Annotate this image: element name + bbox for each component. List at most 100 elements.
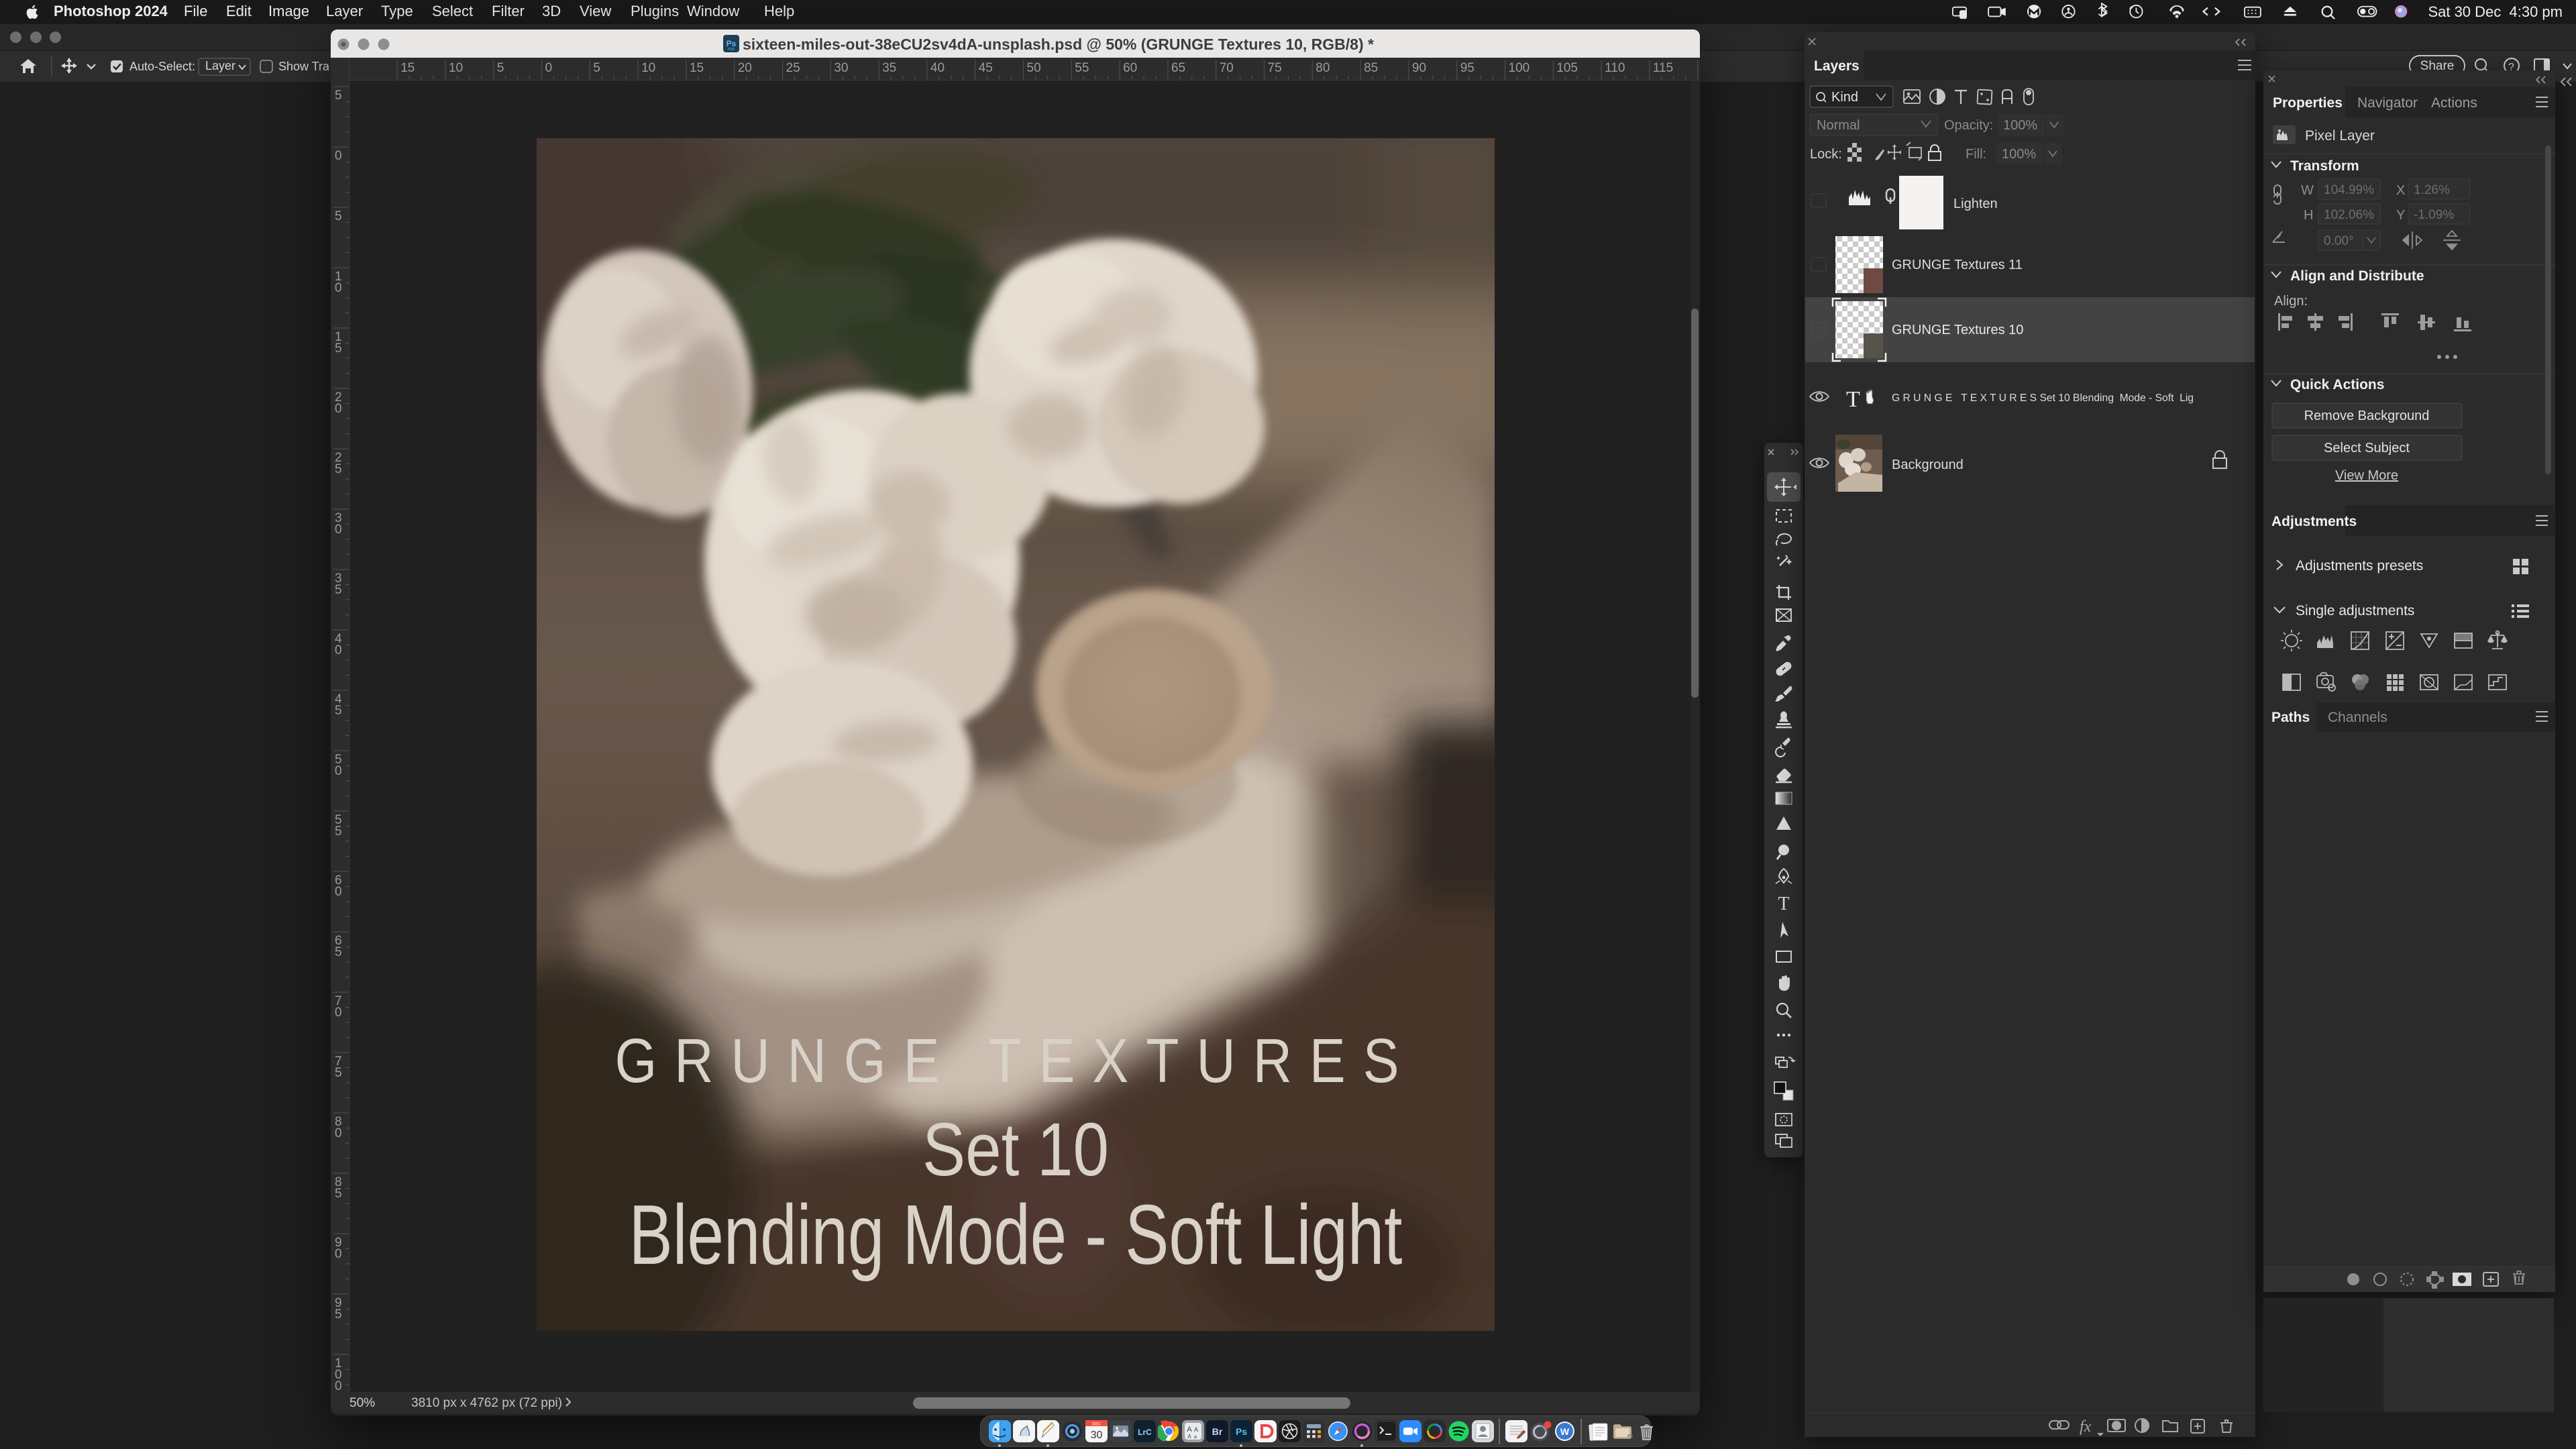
svg-text:T: T <box>1778 894 1789 914</box>
svg-text:Br: Br <box>1212 1426 1222 1437</box>
svg-text:Layers: Layers <box>1814 58 1860 74</box>
svg-text:10: 10 <box>449 61 463 75</box>
svg-text:Single adjustments: Single adjustments <box>2296 603 2414 619</box>
svg-text:Normal: Normal <box>1817 118 1860 133</box>
svg-text:5: 5 <box>335 824 342 839</box>
svg-text:75: 75 <box>1268 61 1282 75</box>
svg-text:GRUNGE Textures 11: GRUNGE Textures 11 <box>1892 258 2023 272</box>
svg-text:Show Tran: Show Tran <box>278 60 329 73</box>
svg-text:5: 5 <box>335 1187 342 1201</box>
svg-text:40: 40 <box>930 61 945 75</box>
svg-text:5: 5 <box>335 704 342 718</box>
svg-text:Align:: Align: <box>2274 294 2308 309</box>
svg-text:0: 0 <box>545 61 553 75</box>
svg-text:Fill:: Fill: <box>1966 147 1986 162</box>
svg-text:W: W <box>1560 1426 1569 1437</box>
svg-text:0: 0 <box>335 885 342 899</box>
svg-text:Transform: Transform <box>2290 158 2359 174</box>
svg-text:85: 85 <box>1364 61 1378 75</box>
svg-text:X: X <box>2396 183 2405 198</box>
svg-text:Auto-Select:: Auto-Select: <box>129 60 195 73</box>
svg-text:Adjustments presets: Adjustments presets <box>2296 558 2423 574</box>
svg-text:Align and Distribute: Align and Distribute <box>2290 268 2424 284</box>
svg-text:15: 15 <box>690 61 704 75</box>
svg-text:5: 5 <box>335 209 342 223</box>
svg-text:102.06%: 102.06% <box>2324 208 2374 222</box>
svg-text:Lighten: Lighten <box>1953 197 1998 211</box>
svg-text:105: 105 <box>1556 61 1578 75</box>
svg-text:100: 100 <box>1509 61 1530 75</box>
svg-text:a: a <box>1194 1435 1197 1440</box>
svg-text:H: H <box>2304 208 2313 223</box>
svg-text:fx: fx <box>2080 1418 2092 1436</box>
svg-text:45: 45 <box>979 61 993 75</box>
svg-text:Ps: Ps <box>1627 1434 1633 1439</box>
svg-text:100%: 100% <box>2003 118 2037 133</box>
svg-text:95: 95 <box>1460 61 1474 75</box>
svg-text:0: 0 <box>335 1006 342 1020</box>
svg-text:1.26%: 1.26% <box>2414 183 2450 197</box>
svg-text:65: 65 <box>1171 61 1185 75</box>
svg-text:Properties: Properties <box>2273 95 2343 111</box>
svg-text:70: 70 <box>1220 61 1234 75</box>
svg-text:0: 0 <box>335 1379 342 1392</box>
svg-text:G R U N G E T E X T U R E S: G R U N G E T E X T U R E S Set 10 Blend… <box>1892 392 2194 404</box>
svg-text:Adjustments: Adjustments <box>2271 514 2357 529</box>
svg-text:25: 25 <box>786 61 800 75</box>
svg-text:0: 0 <box>335 402 342 416</box>
svg-text:Kind: Kind <box>1831 90 1858 105</box>
svg-text:10: 10 <box>641 61 655 75</box>
svg-text:Channels: Channels <box>2328 710 2387 725</box>
svg-text:A: A <box>1187 1434 1191 1440</box>
svg-text:Ps: Ps <box>727 39 737 48</box>
svg-text:T: T <box>1846 387 1860 412</box>
svg-text:PSD: PSD <box>728 48 735 52</box>
svg-text:35: 35 <box>882 61 896 75</box>
svg-text:Paths: Paths <box>2271 710 2310 725</box>
svg-text:0: 0 <box>335 149 342 163</box>
svg-text:Actions: Actions <box>2431 95 2477 111</box>
svg-text:5: 5 <box>335 945 342 959</box>
svg-text:5: 5 <box>335 462 342 476</box>
svg-text:5: 5 <box>335 341 342 356</box>
svg-text:Opacity:: Opacity: <box>1944 118 1993 133</box>
svg-text:Set 10: Set 10 <box>922 1108 1109 1191</box>
svg-text:View More: View More <box>2335 468 2398 483</box>
svg-text:50: 50 <box>1027 61 1041 75</box>
svg-text:90: 90 <box>1412 61 1426 75</box>
svg-text:0: 0 <box>335 1247 342 1261</box>
svg-text:Remove Background: Remove Background <box>2304 409 2430 423</box>
svg-text:100%: 100% <box>2002 147 2036 162</box>
svg-text:-1.09%: -1.09% <box>2414 208 2454 222</box>
svg-text:5: 5 <box>593 61 600 75</box>
svg-text:5: 5 <box>335 1066 342 1080</box>
svg-text:5: 5 <box>335 583 342 597</box>
svg-text:Layer: Layer <box>205 59 235 72</box>
svg-text:0: 0 <box>335 764 342 778</box>
svg-text:5: 5 <box>497 61 504 75</box>
svg-text:Lock:: Lock: <box>1810 147 1842 162</box>
svg-text:LrC: LrC <box>1138 1428 1152 1437</box>
svg-text:20: 20 <box>738 61 752 75</box>
svg-text:GRUNGE TEXTURES: GRUNGE TEXTURES <box>615 1026 1417 1095</box>
svg-text:5: 5 <box>335 89 342 103</box>
svg-text:5: 5 <box>335 1307 342 1322</box>
svg-text:0: 0 <box>335 643 342 657</box>
svg-text:30: 30 <box>1090 1430 1102 1441</box>
svg-text:110: 110 <box>1605 61 1625 75</box>
svg-text:0: 0 <box>335 1126 342 1140</box>
svg-text:Y: Y <box>2396 208 2405 223</box>
svg-text:A: A <box>1187 1426 1192 1434</box>
svg-text:GRUNGE Textures 10: GRUNGE Textures 10 <box>1892 323 2023 337</box>
svg-text:30: 30 <box>834 61 848 75</box>
svg-text:Quick Actions: Quick Actions <box>2290 377 2384 392</box>
svg-text:55: 55 <box>1075 61 1089 75</box>
svg-text:Select Subject: Select Subject <box>2324 441 2410 455</box>
svg-text:A: A <box>1193 1426 1197 1433</box>
svg-text:0.00°: 0.00° <box>2324 234 2354 248</box>
svg-text:15: 15 <box>400 61 415 75</box>
svg-text:115: 115 <box>1653 61 1673 75</box>
svg-text:104.99%: 104.99% <box>2324 183 2374 197</box>
svg-text:0: 0 <box>335 523 342 537</box>
svg-text:Pixel Layer: Pixel Layer <box>2305 128 2375 144</box>
